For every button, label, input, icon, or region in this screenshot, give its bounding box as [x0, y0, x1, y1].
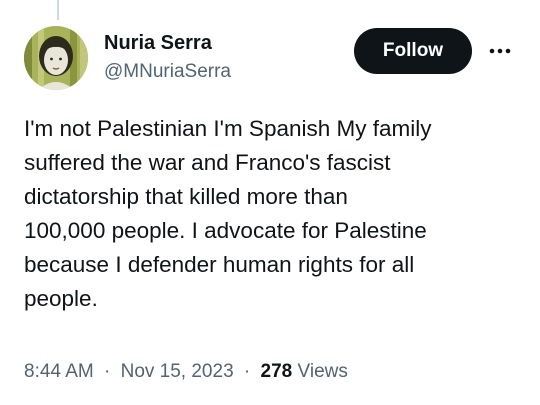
- views-count[interactable]: 278: [261, 361, 293, 382]
- follow-button[interactable]: Follow: [354, 28, 472, 74]
- tweet-text-line: dictatorship that killed more than: [24, 184, 348, 209]
- tweet-text-line: suffered the war and Franco's fascist: [24, 150, 391, 175]
- tweet-text-line: I'm not Palestinian I'm Spanish My famil…: [24, 116, 432, 141]
- tweet-text: I'm not Palestinian I'm Spanish My famil…: [24, 112, 524, 316]
- thread-connector-line: [57, 0, 59, 20]
- separator-dot: ·: [243, 361, 251, 382]
- tweet-metadata: 8:44 AM · Nov 15, 2023 · 278 Views: [24, 361, 348, 383]
- author-handle[interactable]: @MNuriaSerra: [104, 61, 231, 83]
- tweet-text-line: 100,000 people. I advocate for Palestine: [24, 218, 427, 243]
- tweet-time[interactable]: 8:44 AM: [24, 361, 94, 382]
- tweet-text-line: people.: [24, 286, 98, 311]
- more-options-button[interactable]: [482, 36, 518, 66]
- views-label: Views: [297, 361, 348, 382]
- avatar-portrait-icon: [24, 26, 88, 90]
- more-horizontal-icon: [489, 48, 511, 54]
- avatar[interactable]: [24, 26, 88, 90]
- author-display-name[interactable]: Nuria Serra: [104, 32, 212, 55]
- separator-dot: ·: [104, 361, 111, 382]
- tweet-date[interactable]: Nov 15, 2023: [121, 361, 234, 382]
- tweet-text-line: because I defender human rights for all: [24, 252, 415, 277]
